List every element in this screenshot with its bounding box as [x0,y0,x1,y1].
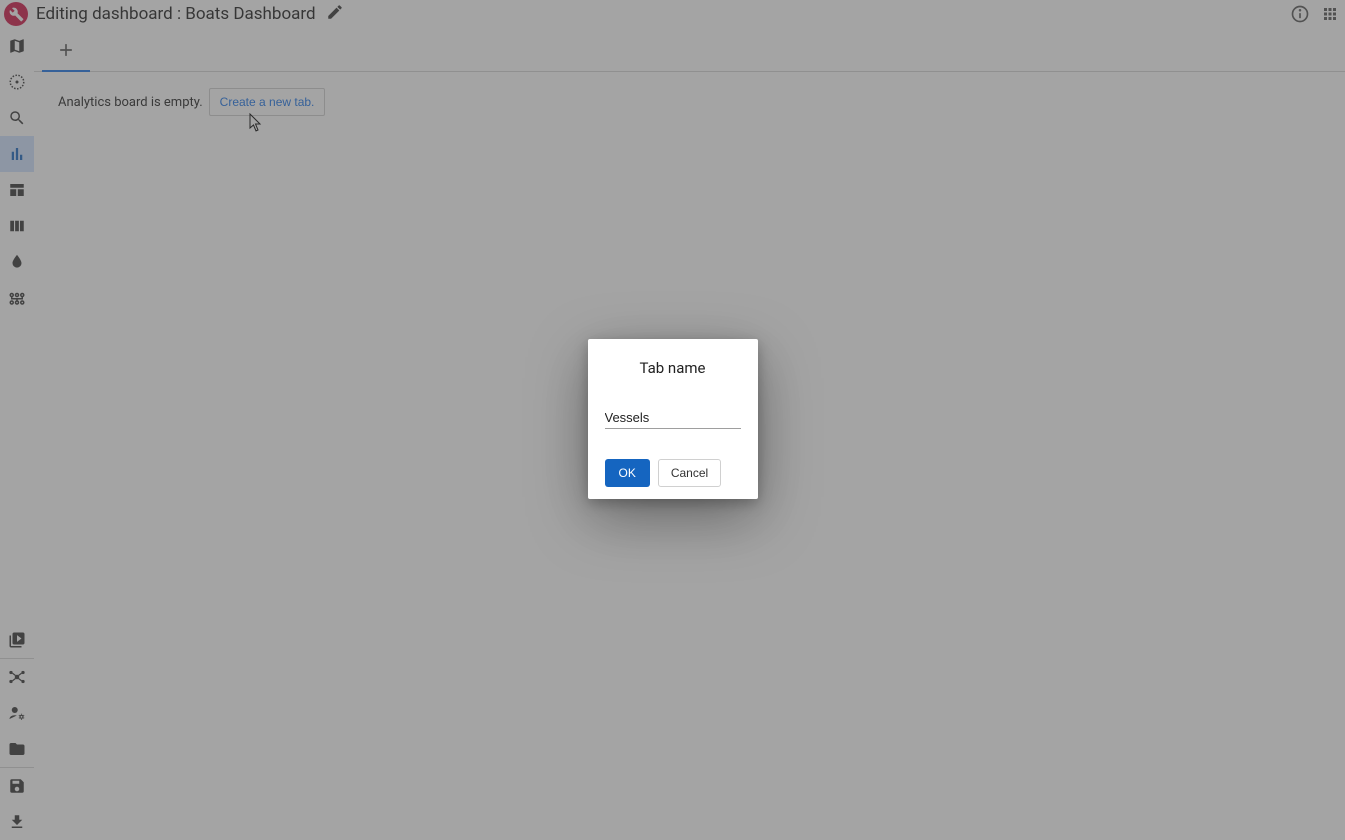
dialog-title: Tab name [605,359,741,377]
modal-overlay[interactable]: Tab name OK Cancel [0,0,1345,840]
tab-name-dialog: Tab name OK Cancel [588,339,758,499]
cancel-button[interactable]: Cancel [658,459,721,487]
tab-name-input[interactable] [605,407,741,429]
ok-button[interactable]: OK [605,459,650,487]
